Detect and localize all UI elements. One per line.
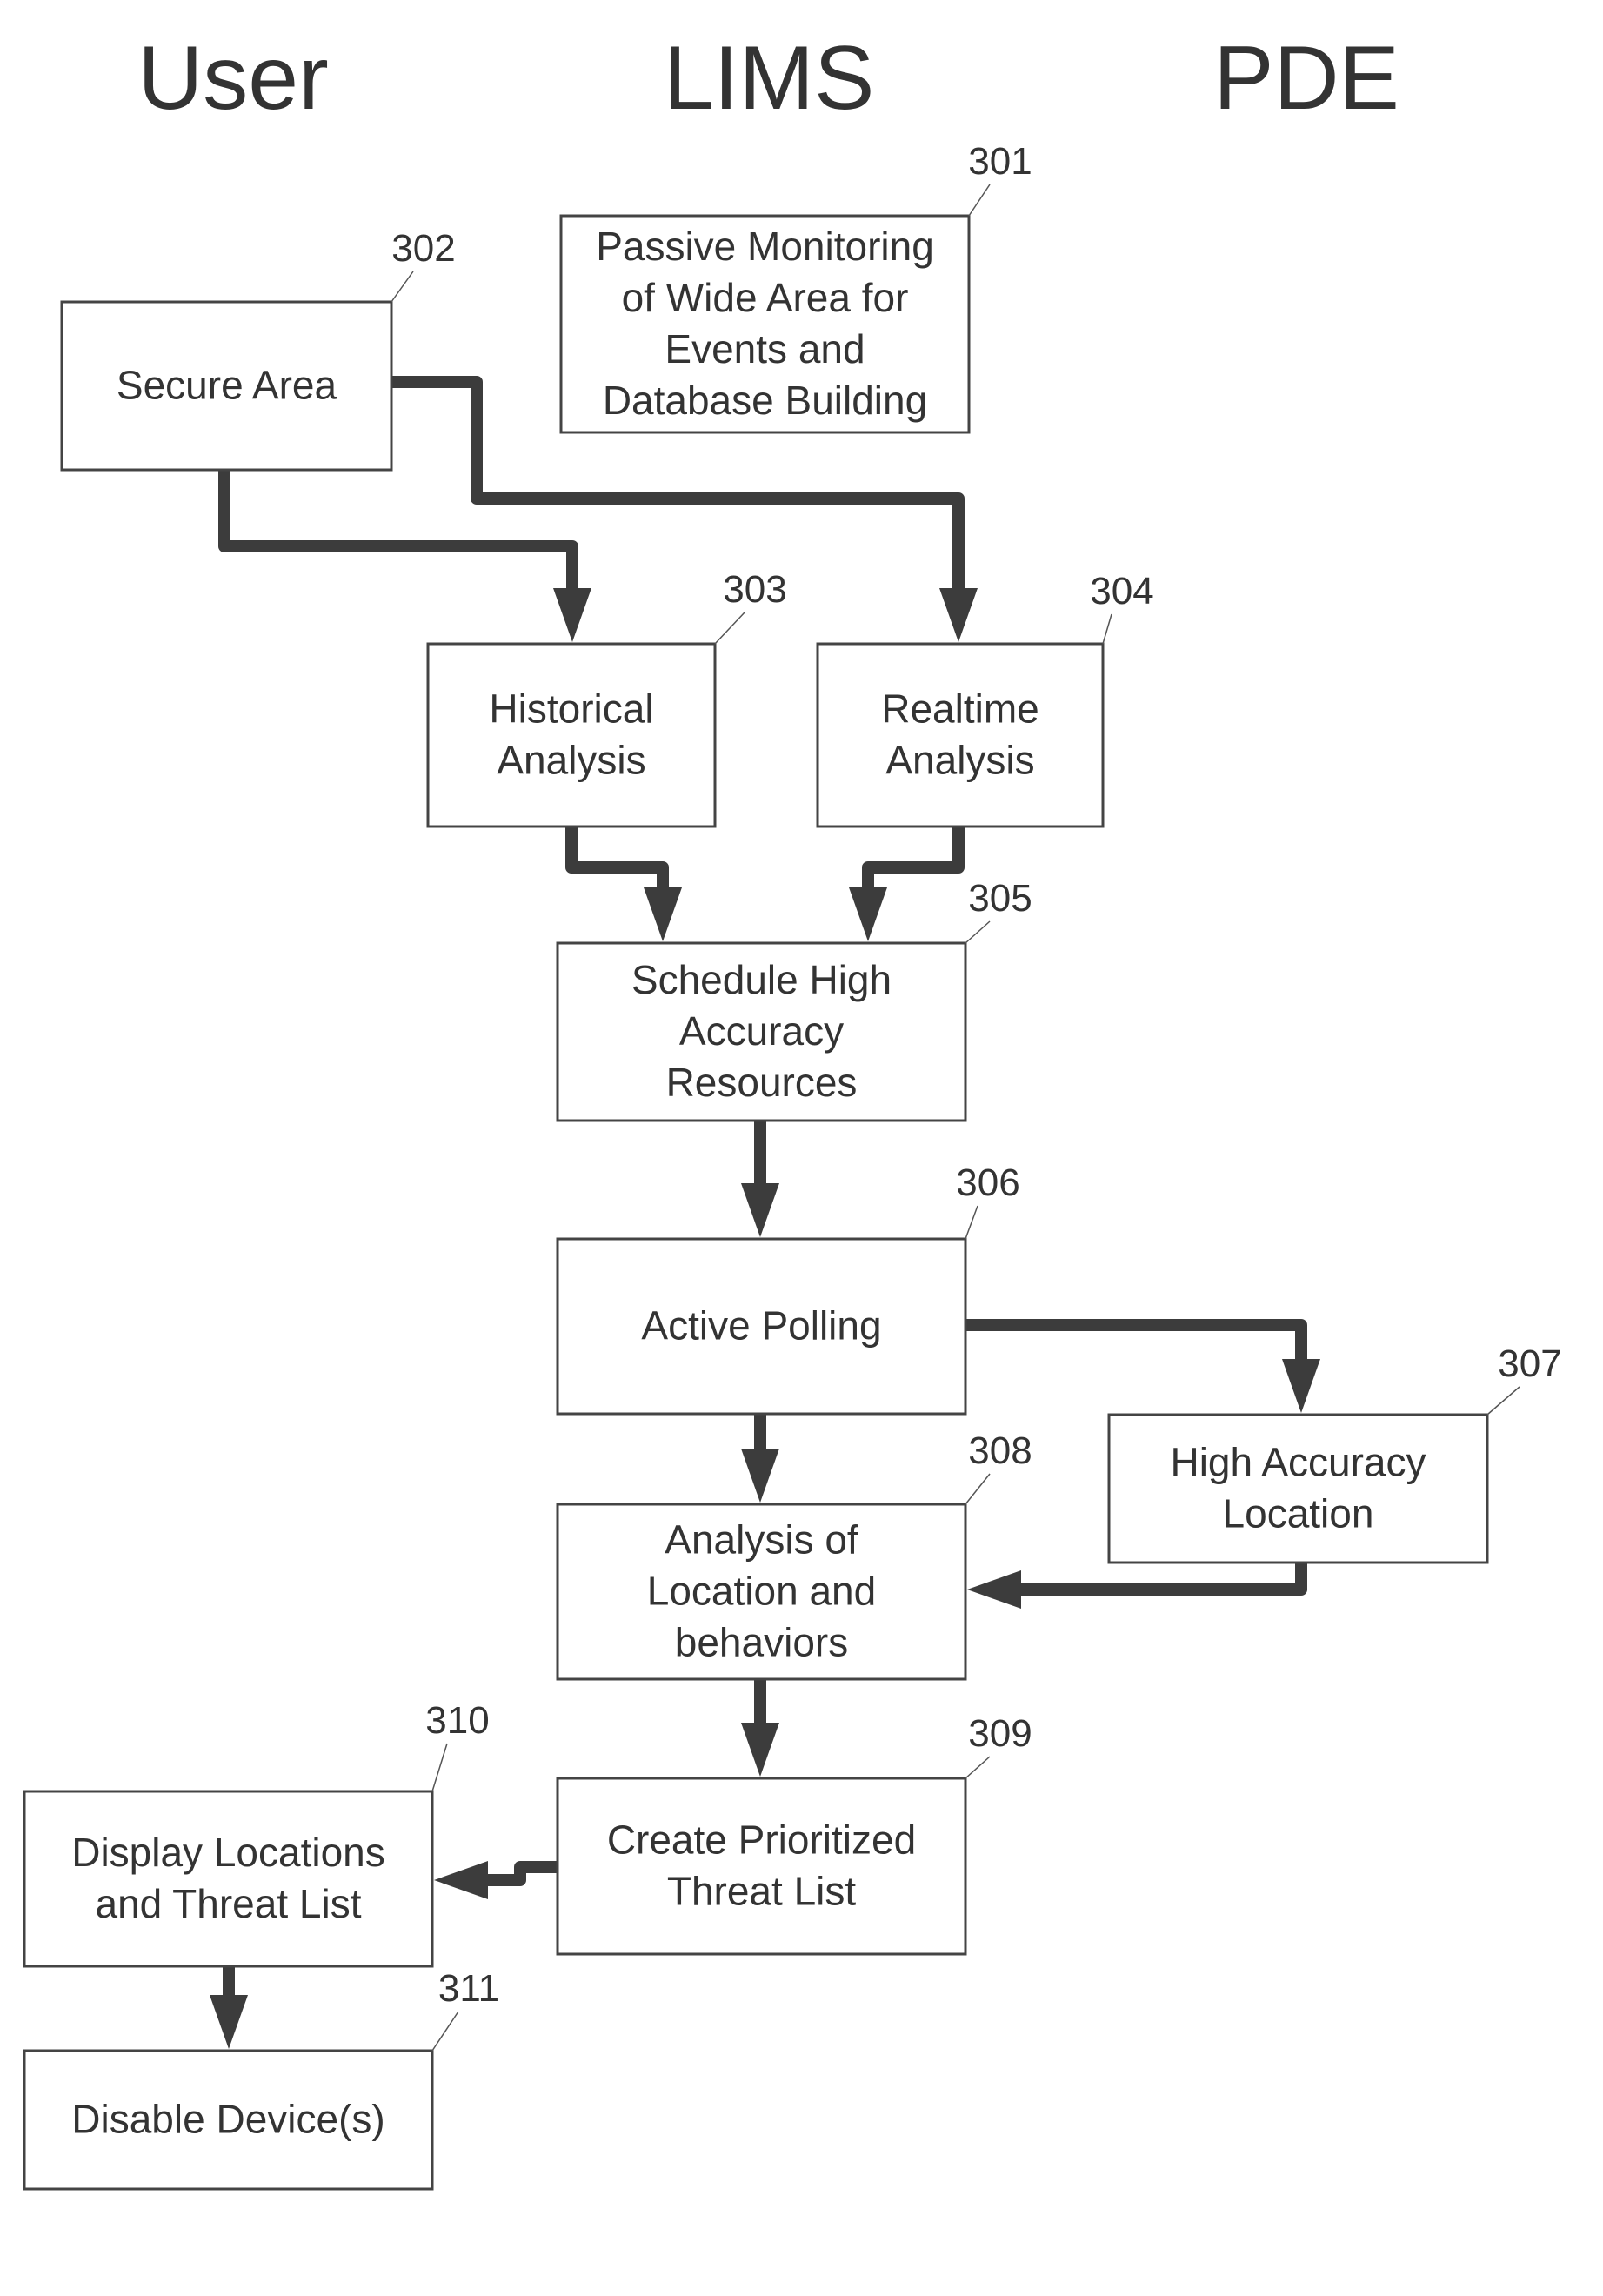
process-node-303: Historical Analysis 303 <box>426 568 787 828</box>
process-box-text: Analysis <box>497 737 645 782</box>
arrowhead-icon <box>1282 1359 1320 1413</box>
process-box-text: behaviors <box>675 1619 848 1664</box>
process-box-text: Disable Device(s) <box>71 2096 384 2141</box>
process-box-text: Location <box>1223 1490 1374 1536</box>
connector-line <box>482 1861 564 1886</box>
lane-title-pde: PDE <box>1213 28 1399 129</box>
arrowhead-icon <box>967 1570 1021 1609</box>
process-box <box>816 642 1105 828</box>
arrowhead-icon <box>741 1449 779 1503</box>
process-box-text: Threat List <box>667 1868 857 1913</box>
leader-line <box>431 1743 448 1792</box>
process-node-310: Display Locations and Threat List 310 <box>23 1699 490 1968</box>
connector-307-to-308 <box>967 1556 1307 1609</box>
connector-306-to-307 <box>959 1319 1320 1413</box>
process-box-text: Resources <box>666 1060 858 1105</box>
reference-numeral: 303 <box>723 568 786 611</box>
connector-305-to-306 <box>741 1115 779 1237</box>
reference-numeral: 306 <box>956 1161 1019 1204</box>
connector-310-to-311 <box>210 1960 248 2049</box>
process-box-text: Location and <box>647 1568 876 1613</box>
reference-numeral: 307 <box>1498 1342 1561 1385</box>
process-node-308: Analysis of Location and behaviors 308 <box>556 1429 1032 1681</box>
reference-numeral: 309 <box>968 1712 1032 1755</box>
arrowhead-icon <box>741 1723 779 1777</box>
reference-numeral: 308 <box>968 1429 1032 1472</box>
connector-line <box>218 464 578 594</box>
leader-line <box>965 1756 991 1779</box>
process-box <box>23 1790 434 1968</box>
leader-line <box>391 271 414 303</box>
arrowhead-icon <box>939 588 978 642</box>
leader-line <box>1486 1386 1520 1416</box>
process-box-text: Create Prioritized <box>607 1817 916 1862</box>
process-box-text: Realtime <box>881 686 1039 731</box>
process-box-text: Secure Area <box>117 362 337 407</box>
arrowhead-icon <box>741 1183 779 1237</box>
arrowhead-icon <box>849 887 887 941</box>
process-box <box>556 1777 967 1956</box>
connector-306-to-308 <box>741 1408 779 1503</box>
connector-309-to-310 <box>434 1861 564 1899</box>
process-node-305: Schedule High Accuracy Resources 305 <box>556 877 1032 1122</box>
arrowhead-icon <box>210 1995 248 2049</box>
process-box-text: Passive Monitoring <box>596 224 934 269</box>
connector-303-to-305 <box>565 820 682 941</box>
process-box-text: and Threat List <box>95 1881 361 1926</box>
arrowhead-icon <box>553 588 591 642</box>
process-box-text: of Wide Area for <box>622 275 909 320</box>
process-node-301: Passive Monitoring of Wide Area for Events… <box>559 140 1032 434</box>
process-box-text: Accuracy <box>679 1008 844 1054</box>
process-box-text: Analysis of <box>665 1516 858 1562</box>
leader-line <box>1102 613 1112 645</box>
reference-numeral: 301 <box>968 140 1032 183</box>
reference-numeral: 310 <box>425 1699 489 1742</box>
leader-line <box>968 184 991 217</box>
reference-numeral: 302 <box>391 227 455 270</box>
leader-line <box>965 920 991 944</box>
process-node-311: Disable Device(s) 311 <box>23 1967 499 2191</box>
reference-numeral: 311 <box>438 1967 499 2010</box>
connector-308-to-309 <box>741 1673 779 1777</box>
process-box <box>1107 1413 1489 1564</box>
process-box-text: Display Locations <box>71 1830 385 1875</box>
leader-line <box>965 1205 978 1240</box>
arrowhead-icon <box>434 1861 488 1899</box>
process-box-text: Events and <box>665 326 865 372</box>
process-box-text: Analysis <box>885 737 1034 782</box>
process-node-302: Secure Area 302 <box>60 227 456 472</box>
process-box-text: Historical <box>489 686 653 731</box>
process-node-309: Create Prioritized Threat List 309 <box>556 1712 1032 1956</box>
flowchart: User LIMS PDE Passive Monitoring of Wide … <box>23 28 1562 2191</box>
arrowhead-icon <box>644 887 682 941</box>
connector-line <box>959 1319 1307 1365</box>
nodes: Passive Monitoring of Wide Area for Events… <box>23 140 1562 2191</box>
leader-line <box>714 612 745 645</box>
process-box-text: Schedule High <box>631 957 892 1002</box>
reference-numeral: 305 <box>968 877 1032 920</box>
reference-numeral: 304 <box>1090 570 1153 612</box>
connector-304-to-305 <box>849 820 965 941</box>
lane-title-lims: LIMS <box>664 28 875 129</box>
connector-line <box>862 820 965 894</box>
process-box <box>426 642 717 828</box>
process-box-text: Active Polling <box>641 1302 881 1348</box>
connector-line <box>565 820 669 894</box>
leader-line <box>431 2011 459 2052</box>
process-node-307: High Accuracy Location 307 <box>1107 1342 1562 1564</box>
lane-title-user: User <box>137 28 329 129</box>
process-box-text: Database Building <box>603 378 927 423</box>
process-node-306: Active Polling 306 <box>556 1161 1020 1416</box>
connector-line <box>1015 1556 1307 1596</box>
process-node-304: Realtime Analysis 304 <box>816 570 1154 828</box>
leader-line <box>965 1473 991 1505</box>
process-box-text: High Accuracy <box>1170 1439 1426 1484</box>
